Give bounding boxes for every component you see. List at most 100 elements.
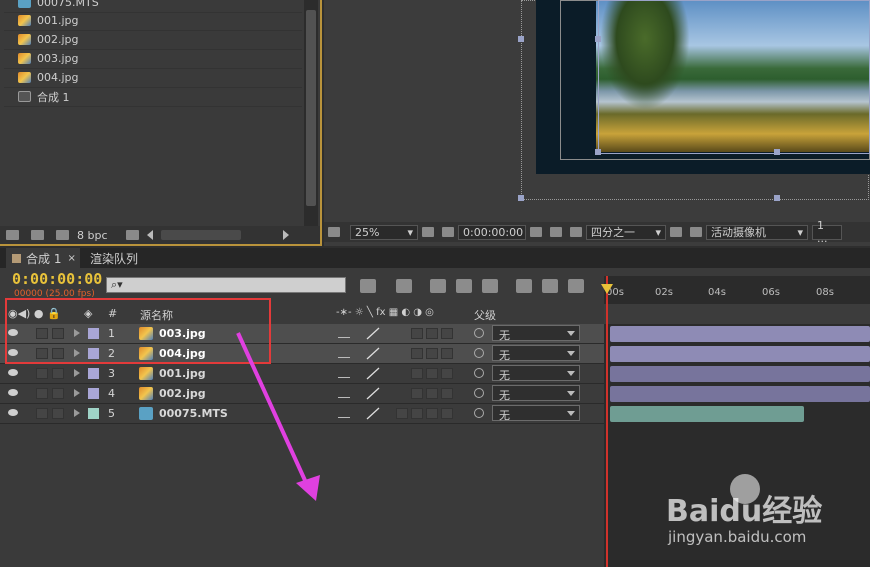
project-item[interactable]: 合成 1 [4, 87, 302, 107]
switch-box[interactable] [411, 348, 423, 359]
switch-box[interactable] [396, 408, 408, 419]
lock-toggle[interactable] [52, 368, 64, 379]
transform-handle[interactable] [518, 195, 524, 201]
parent-select[interactable]: 无 [492, 385, 580, 402]
scroll-left-icon[interactable] [146, 230, 153, 240]
current-time-indicator[interactable] [606, 276, 608, 567]
lock-toggle[interactable] [52, 388, 64, 399]
switch-box[interactable] [411, 328, 423, 339]
horizontal-scrollbar[interactable] [160, 230, 241, 240]
switch-box[interactable] [426, 328, 438, 339]
switch-box[interactable] [441, 328, 453, 339]
audio-toggle[interactable] [36, 388, 48, 399]
show-snapshot-icon[interactable] [550, 227, 562, 237]
motion-blur-icon[interactable] [482, 279, 498, 293]
parent-column-header[interactable]: 父级 [474, 307, 496, 323]
layer-name[interactable]: 00075.MTS [159, 407, 228, 420]
eye-icon[interactable] [8, 389, 18, 396]
auto-keyframe-icon[interactable] [542, 279, 558, 293]
tab-composition[interactable]: 合成 1 × [6, 248, 80, 268]
quality-switch-icon[interactable] [366, 347, 380, 360]
camera-select[interactable]: 活动摄像机 ▾ [706, 224, 808, 240]
zoom-select[interactable]: 25% ▾ [350, 224, 418, 240]
project-item[interactable]: 002.jpg [4, 30, 302, 50]
shy-switch[interactable] [338, 389, 350, 398]
layer-duration-bar[interactable] [610, 406, 804, 422]
shy-switch[interactable] [338, 409, 350, 418]
grid-icon[interactable] [422, 227, 434, 237]
project-item[interactable]: 003.jpg [4, 49, 302, 69]
mini-flowchart-icon[interactable] [360, 279, 376, 293]
switch-box[interactable] [426, 388, 438, 399]
expand-arrow-icon[interactable] [74, 369, 80, 377]
project-item[interactable]: 004.jpg [4, 68, 302, 88]
parent-select[interactable]: 无 [492, 345, 580, 362]
pick-whip-icon[interactable] [474, 368, 484, 378]
parent-select[interactable]: 无 [492, 325, 580, 342]
layer-name[interactable]: 002.jpg [159, 387, 206, 400]
viewer-timecode[interactable]: 0:00:00:00 [458, 224, 526, 240]
channel-icon[interactable] [570, 227, 582, 237]
transform-handle[interactable] [595, 149, 601, 155]
fast-preview-icon[interactable] [670, 227, 682, 237]
switch-box[interactable] [441, 368, 453, 379]
playhead-handle-icon[interactable] [601, 284, 613, 294]
switch-box[interactable] [441, 408, 453, 419]
transform-handle[interactable] [774, 149, 780, 155]
work-area-bar[interactable] [604, 304, 870, 324]
transform-handle[interactable] [518, 36, 524, 42]
eye-icon[interactable] [8, 369, 18, 376]
switch-box[interactable] [426, 368, 438, 379]
switch-box[interactable] [411, 408, 423, 419]
hide-shy-layers-icon[interactable] [430, 279, 446, 293]
switch-box[interactable] [411, 388, 423, 399]
parent-select[interactable]: 无 [492, 365, 580, 382]
quality-switch-icon[interactable] [366, 407, 380, 420]
views-select[interactable]: 1 ... [812, 219, 842, 245]
switch-box[interactable] [441, 348, 453, 359]
draft-3d-icon[interactable] [396, 279, 412, 293]
layer-name[interactable]: 001.jpg [159, 367, 206, 380]
pick-whip-icon[interactable] [474, 408, 484, 418]
new-composition-icon[interactable] [56, 230, 69, 240]
pick-whip-icon[interactable] [474, 348, 484, 358]
switch-box[interactable] [426, 408, 438, 419]
project-scrollbar[interactable] [304, 0, 318, 226]
frame-blending-icon[interactable] [456, 279, 472, 293]
interpret-footage-icon[interactable] [6, 230, 19, 240]
current-time-display[interactable]: 0:00:00:00 [12, 270, 102, 288]
scroll-right-icon[interactable] [282, 230, 289, 240]
quality-switch-icon[interactable] [366, 327, 380, 340]
pick-whip-icon[interactable] [474, 328, 484, 338]
graph-editor-icon[interactable] [568, 279, 584, 293]
tab-render-queue[interactable]: 渲染队列 [84, 248, 138, 268]
project-item[interactable]: 001.jpg [4, 11, 302, 31]
layer-duration-bar[interactable] [610, 346, 870, 362]
label-color-swatch[interactable] [88, 368, 99, 379]
lock-toggle[interactable] [52, 408, 64, 419]
audio-toggle[interactable] [36, 408, 48, 419]
pick-whip-icon[interactable] [474, 388, 484, 398]
region-of-interest-icon[interactable] [442, 227, 454, 237]
quality-switch-icon[interactable] [366, 387, 380, 400]
label-color-swatch[interactable] [88, 388, 99, 399]
switch-box[interactable] [411, 368, 423, 379]
layer-duration-bar[interactable] [610, 326, 870, 342]
transparency-grid-icon[interactable] [690, 227, 702, 237]
new-folder-icon[interactable] [31, 230, 44, 240]
snapshot-icon[interactable] [530, 227, 542, 237]
transform-handle[interactable] [595, 36, 601, 42]
resolution-select[interactable]: 四分之一 ▾ [586, 224, 666, 240]
switches-header-icons[interactable]: -∗- ☼ ╲ fx ▦ ◐ ◑ ◎ [336, 307, 434, 318]
trash-icon[interactable] [125, 230, 139, 240]
eye-icon[interactable] [8, 409, 18, 416]
always-preview-icon[interactable] [328, 227, 340, 237]
expand-arrow-icon[interactable] [74, 389, 80, 397]
brainstorm-icon[interactable] [516, 279, 532, 293]
layer-duration-bar[interactable] [610, 366, 870, 382]
switch-box[interactable] [426, 348, 438, 359]
shy-switch[interactable] [338, 369, 350, 378]
parent-select[interactable]: 无 [492, 405, 580, 422]
switch-box[interactable] [441, 388, 453, 399]
shy-switch[interactable] [338, 349, 350, 358]
